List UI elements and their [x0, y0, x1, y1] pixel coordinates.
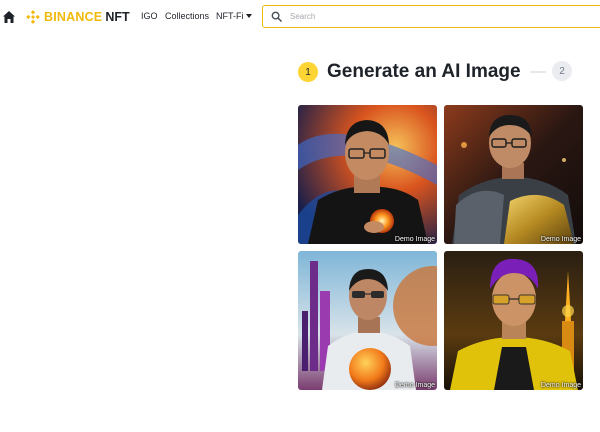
demo-image-label: Demo Image	[540, 382, 581, 389]
top-navigation-bar: BINANCE NFT IGO Collections NFT-Fi	[0, 0, 600, 34]
demo-image-tile-3[interactable]: Demo Image	[298, 251, 437, 390]
search-input[interactable]	[290, 8, 590, 24]
demo-image-label: Demo Image	[394, 236, 435, 243]
brand-suffix: NFT	[105, 10, 130, 24]
nav-item-igo[interactable]: IGO	[141, 11, 158, 21]
binance-logo-icon	[26, 10, 40, 24]
demo-image-tile-4[interactable]: Demo Image	[444, 251, 583, 390]
demo-image-3	[298, 251, 437, 390]
nav-item-nft-fi-label: NFT-Fi	[216, 11, 244, 21]
nav-item-nft-fi[interactable]: NFT-Fi	[216, 11, 252, 21]
home-icon[interactable]	[2, 10, 16, 24]
nav-item-collections[interactable]: Collections	[165, 11, 209, 21]
binance-nft-logo[interactable]: BINANCE NFT	[26, 9, 130, 25]
demo-image-label: Demo Image	[540, 236, 581, 243]
demo-image-2	[444, 105, 583, 244]
step-1-badge: 1	[298, 62, 318, 82]
demo-image-tile-1[interactable]: Demo Image	[298, 105, 437, 244]
brand-name: BINANCE	[44, 10, 103, 24]
step-1-title: Generate an AI Image	[327, 61, 521, 82]
demo-image-label: Demo Image	[394, 382, 435, 389]
step-2-badge[interactable]: 2	[552, 61, 572, 81]
demo-image-4	[444, 251, 583, 390]
caret-down-icon	[245, 13, 252, 18]
step-connector	[530, 71, 546, 73]
step-1: 1 Generate an AI Image	[298, 61, 521, 83]
search-box[interactable]	[262, 5, 600, 28]
demo-image-tile-2[interactable]: Demo Image	[444, 105, 583, 244]
demo-image-1	[298, 105, 437, 244]
search-icon	[271, 11, 282, 22]
